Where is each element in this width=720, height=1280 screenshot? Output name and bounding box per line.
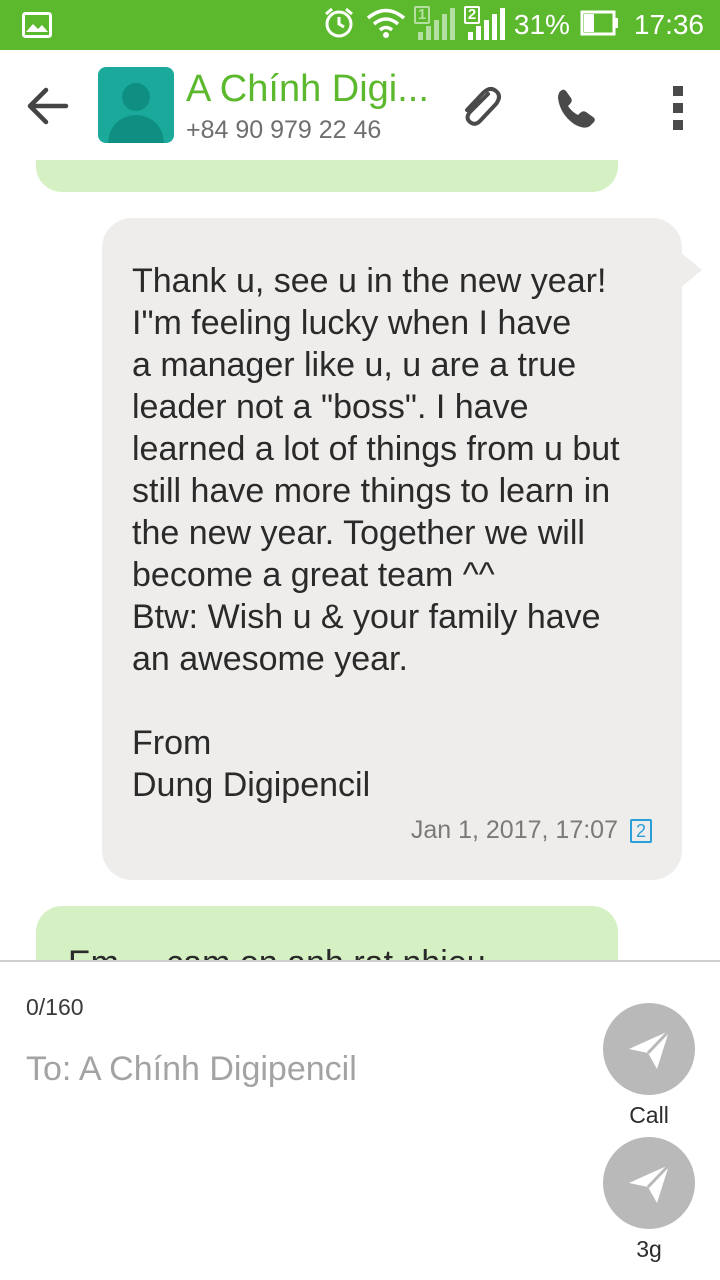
paperclip-icon — [465, 86, 501, 126]
more-vert-icon — [673, 86, 683, 130]
back-button[interactable] — [20, 78, 76, 134]
call-button[interactable] — [548, 80, 604, 136]
message-input[interactable] — [26, 1044, 566, 1094]
message-meta: Jan 1, 2017, 17:07 2 — [411, 816, 652, 845]
message-bubble-outgoing-partial-bottom[interactable]: Em ... cam on anh rat nhieu... — [36, 906, 618, 960]
signal-sim2-icon: 2 — [463, 4, 506, 47]
message-bubble-incoming[interactable]: Thank u, see u in the new year! I"m feel… — [102, 218, 682, 880]
battery-percent: 31% — [513, 9, 570, 40]
char-count: 0/160 — [26, 994, 84, 1020]
attach-button[interactable] — [452, 80, 508, 136]
battery-icon — [580, 9, 620, 42]
contact-avatar[interactable] — [98, 67, 174, 143]
message-bubble-outgoing-partial[interactable] — [36, 160, 618, 192]
composer-divider — [0, 960, 720, 962]
sim1-label: 1 — [413, 5, 431, 24]
send-sim1-button[interactable] — [603, 1003, 695, 1095]
sim-badge-icon: 2 — [629, 818, 652, 843]
sim2-label: 2 — [463, 5, 481, 24]
contact-name[interactable]: A Chính Digi... — [186, 68, 436, 111]
status-time: 17:36 — [633, 9, 704, 40]
message-list[interactable]: Thank u, see u in the new year! I"m feel… — [0, 160, 720, 960]
send-sim2-button[interactable] — [603, 1137, 695, 1229]
contact-avatar-icon — [108, 83, 164, 143]
phone-icon — [558, 89, 595, 128]
conversation-header: A Chính Digi... +84 90 979 22 46 — [0, 50, 720, 160]
more-options-button[interactable] — [660, 80, 696, 136]
send-sim1-label: Call — [629, 1102, 669, 1128]
status-icons: 1 2 31% 17:36 — [312, 0, 704, 50]
message-text: Thank u, see u in the new year! I"m feel… — [132, 262, 620, 804]
send-icon — [629, 1029, 671, 1069]
message-timestamp: Jan 1, 2017, 17:07 — [410, 816, 618, 844]
back-arrow-icon — [27, 87, 69, 125]
wifi-icon — [366, 7, 406, 44]
gallery-icon — [22, 12, 52, 43]
signal-sim1-icon: 1 — [413, 4, 456, 47]
status-bar: 1 2 31% 17:36 — [0, 0, 720, 50]
contact-phone: +84 90 979 22 46 — [186, 116, 382, 144]
send-icon — [629, 1163, 671, 1203]
partial-message-text: Em ... cam on anh rat nhieu... — [68, 944, 514, 960]
send-sim2-label: 3g — [636, 1236, 662, 1262]
alarm-icon — [322, 6, 356, 45]
bubble-tail — [680, 252, 702, 288]
